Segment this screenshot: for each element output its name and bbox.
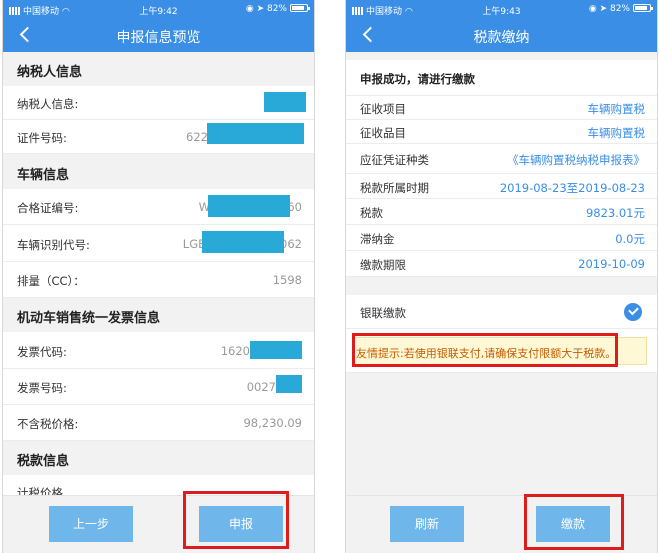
tax-payment-screen: 中国移动 ◠ 上午9:43 ◉ ➤ 82% 税款缴纳 申报成功，请进行缴款 征收项… (345, 0, 658, 553)
section-taxpayer: 纳税人信息 (3, 52, 314, 86)
highlight-box (524, 494, 624, 550)
row-invoice-code: 发票代码: 1620 (3, 332, 314, 369)
detail-row: 滞纳金 0.0元 (346, 225, 657, 251)
row-cert-number: 合格证编号: W 60 (3, 189, 314, 225)
row-invoice-number: 发票号码: 0027 (3, 369, 314, 405)
detail-row: 缴款期限 2019-10-09 (346, 251, 657, 277)
row-taxpayer: 纳税人信息: (3, 86, 314, 120)
refresh-button[interactable]: 刷新 (390, 506, 464, 542)
detail-row: 征收品目 车辆购置税 (346, 120, 657, 144)
declaration-preview-screen: 中国移动 ◠ 上午9:42 ◉ ➤ 82% 申报信息预览 纳税人信息 纳税人信息:… (2, 0, 315, 553)
status-bar: 中国移动 ◠ 上午9:42 ◉ ➤ 82% (3, 0, 314, 18)
nav-bar: 税款缴纳 (346, 18, 657, 52)
redaction-mask (208, 195, 290, 217)
nav-bar: 申报信息预览 (3, 18, 314, 52)
redaction-mask (250, 341, 302, 359)
redaction-mask (276, 375, 302, 393)
row-vin: 车辆识别代号: LGB 062 (3, 225, 314, 262)
checkmark-icon[interactable] (624, 303, 642, 321)
success-message: 申报成功，请进行缴款 (360, 72, 475, 86)
redaction-mask (207, 123, 304, 144)
row-id-number: 证件号码: 622 (3, 120, 314, 154)
row-price: 不含税价格: 98,230.09 (3, 405, 314, 441)
status-right: ◉ ➤ 82% (588, 4, 653, 14)
detail-row: 征收项目 车辆购置税 (346, 96, 657, 120)
highlight-box (183, 491, 289, 549)
header-bar: 中国移动 ◠ 上午9:42 ◉ ➤ 82% 申报信息预览 (3, 0, 314, 52)
detail-row: 税款 9823.01元 (346, 199, 657, 225)
page-title: 申报信息预览 (116, 30, 201, 46)
battery-icon (290, 4, 310, 12)
location-icon: ◉ ➤ (588, 4, 610, 14)
redaction-mask (202, 231, 284, 253)
prev-step-button[interactable]: 上一步 (49, 506, 133, 542)
battery-percent: 82% (609, 4, 630, 14)
status-right: ◉ ➤ 82% (245, 4, 310, 14)
unionpay-option[interactable]: 银联缴款 (346, 295, 657, 329)
redaction-mask (264, 92, 306, 112)
detail-row: 应征凭证种类 《车辆购置税纳税申报表》 (346, 144, 657, 174)
section-vehicle: 车辆信息 (3, 155, 314, 189)
success-message-row: 申报成功，请进行缴款 (346, 60, 657, 96)
header-bar: 中国移动 ◠ 上午9:43 ◉ ➤ 82% 税款缴纳 (346, 0, 657, 52)
spacer (346, 52, 657, 60)
section-tax: 税款信息 (3, 441, 314, 475)
detail-row: 税款所属时期 2019-08-23至2019-08-23 (346, 174, 657, 199)
battery-icon (633, 4, 653, 12)
row-displacement: 排量（CC）： 1598 (3, 262, 314, 298)
status-bar: 中国移动 ◠ 上午9:43 ◉ ➤ 82% (346, 0, 657, 18)
highlight-box (352, 333, 618, 367)
section-invoice: 机动车销售统一发票信息 (3, 298, 314, 332)
location-icon: ◉ ➤ (245, 4, 267, 14)
battery-percent: 82% (266, 4, 287, 14)
page-title: 税款缴纳 (473, 30, 530, 46)
